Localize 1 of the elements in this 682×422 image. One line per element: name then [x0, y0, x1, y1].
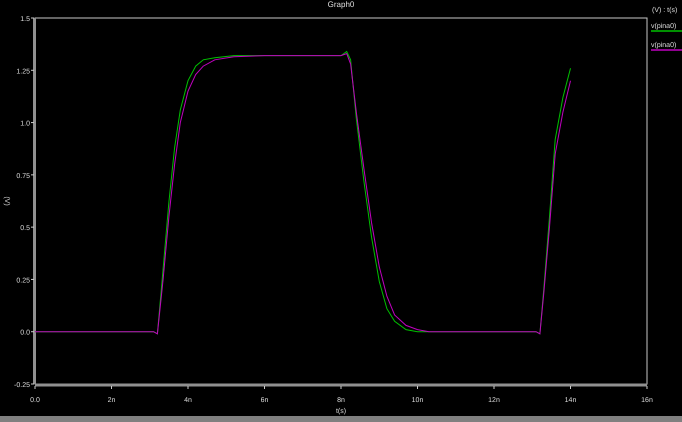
chart-title: Graph0	[328, 0, 354, 9]
